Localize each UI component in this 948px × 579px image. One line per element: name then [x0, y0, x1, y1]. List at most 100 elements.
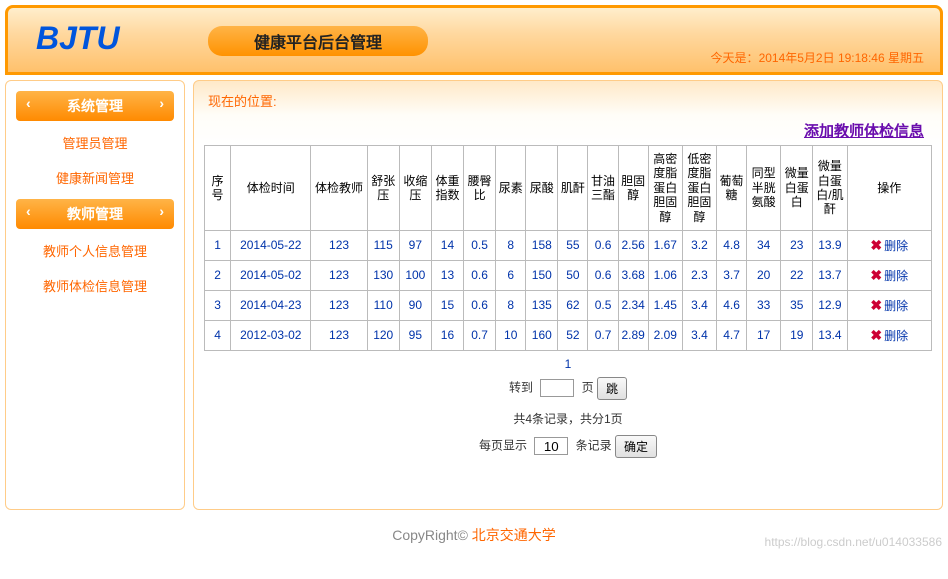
- table-header-cell: 甘油三酯: [588, 146, 618, 231]
- sidebar-item-teacher-exam[interactable]: 教师体检信息管理: [10, 268, 180, 303]
- pager-summary: 共4条记录，共分1页: [204, 410, 932, 427]
- chevron-left-icon: ‹: [26, 203, 31, 219]
- table-header-cell: 胆固醇: [618, 146, 648, 231]
- table-cell: 13.4: [813, 320, 847, 350]
- nav-section-label: 系统管理: [67, 98, 123, 114]
- table-header-cell: 腰臀比: [464, 146, 496, 231]
- table-cell: 8: [496, 290, 526, 320]
- table-header-cell: 尿酸: [526, 146, 558, 231]
- table-cell: 3.68: [618, 260, 648, 290]
- table-cell: 100: [399, 260, 431, 290]
- table-cell: 12.9: [813, 290, 847, 320]
- logo: BJTU: [36, 20, 120, 57]
- confirm-button[interactable]: 确定: [615, 435, 657, 458]
- table-cell: 8: [496, 230, 526, 260]
- org-name: 北京交通大学: [472, 527, 556, 543]
- header-bar: BJTU 健康平台后台管理 今天是：2014年5月2日 19:18:46 星期五: [5, 5, 943, 75]
- table-cell: 3.4: [682, 320, 716, 350]
- nav-section-system[interactable]: ‹ 系统管理 ›: [16, 91, 174, 121]
- table-cell: 123: [311, 230, 367, 260]
- delete-link[interactable]: 删除: [884, 239, 908, 253]
- delete-link[interactable]: 删除: [884, 269, 908, 283]
- table-cell: 160: [526, 320, 558, 350]
- table-cell: 10: [496, 320, 526, 350]
- sidebar-item-news[interactable]: 健康新闻管理: [10, 160, 180, 195]
- exam-table: 序号体检时间体检教师舒张压收缩压体重指数腰臀比尿素尿酸肌酐甘油三酯胆固醇高密度脂…: [204, 145, 932, 351]
- table-cell: 123: [311, 320, 367, 350]
- table-cell: 0.7: [464, 320, 496, 350]
- table-cell: 2.56: [618, 230, 648, 260]
- table-cell: 55: [558, 230, 588, 260]
- page-suffix: 页: [582, 381, 594, 395]
- table-cell: 1.67: [648, 230, 682, 260]
- table-cell: 1: [205, 230, 231, 260]
- watermark: https://blog.csdn.net/u014033586: [765, 535, 942, 549]
- table-cell: 123: [311, 290, 367, 320]
- main-panel: 现在的位置: 添加教师体检信息 序号体检时间体检教师舒张压收缩压体重指数腰臀比尿…: [193, 80, 943, 510]
- table-cell: 4: [205, 320, 231, 350]
- datetime-value: 2014年5月2日 19:18:46 星期五: [759, 51, 924, 65]
- table-cell: 2014-05-02: [231, 260, 311, 290]
- table-header-cell: 肌酐: [558, 146, 588, 231]
- table-cell: 13.7: [813, 260, 847, 290]
- table-cell: 23: [781, 230, 813, 260]
- page-number[interactable]: 1: [204, 357, 932, 371]
- table-cell: 135: [526, 290, 558, 320]
- table-header-cell: 体重指数: [431, 146, 463, 231]
- table-header-cell: 收缩压: [399, 146, 431, 231]
- table-cell: 3.7: [716, 260, 746, 290]
- table-cell: 13: [431, 260, 463, 290]
- table-action-cell: ✖删除: [847, 290, 932, 320]
- table-cell: 3: [205, 290, 231, 320]
- table-cell: 4.6: [716, 290, 746, 320]
- table-header-cell: 葡萄糖: [716, 146, 746, 231]
- delete-icon: ✖: [870, 267, 882, 283]
- table-header-cell: 微量白蛋白/肌酐: [813, 146, 847, 231]
- goto-page-input[interactable]: [540, 379, 574, 397]
- table-cell: 0.6: [588, 260, 618, 290]
- table-cell: 34: [747, 230, 781, 260]
- table-cell: 50: [558, 260, 588, 290]
- table-cell: 4.7: [716, 320, 746, 350]
- table-cell: 158: [526, 230, 558, 260]
- table-cell: 2014-04-23: [231, 290, 311, 320]
- perpage-input[interactable]: [534, 437, 568, 455]
- table-header-cell: 微量白蛋白: [781, 146, 813, 231]
- table-cell: 3.4: [682, 290, 716, 320]
- table-action-cell: ✖删除: [847, 320, 932, 350]
- datetime-display: 今天是：2014年5月2日 19:18:46 星期五: [711, 49, 924, 66]
- table-cell: 2.34: [618, 290, 648, 320]
- table-cell: 1.06: [648, 260, 682, 290]
- sidebar-item-teacher-info[interactable]: 教师个人信息管理: [10, 233, 180, 268]
- table-cell: 0.5: [464, 230, 496, 260]
- table-row: 12014-05-2212311597140.58158550.62.561.6…: [205, 230, 932, 260]
- jump-button[interactable]: 跳: [597, 377, 627, 400]
- add-teacher-exam-link[interactable]: 添加教师体检信息: [804, 123, 924, 140]
- table-cell: 19: [781, 320, 813, 350]
- perpage-prefix: 每页显示: [479, 439, 527, 453]
- datetime-prefix: 今天是：: [711, 51, 759, 65]
- table-cell: 0.6: [464, 260, 496, 290]
- table-cell: 95: [399, 320, 431, 350]
- delete-link[interactable]: 删除: [884, 299, 908, 313]
- table-cell: 150: [526, 260, 558, 290]
- delete-icon: ✖: [870, 327, 882, 343]
- table-row: 22014-05-02123130100130.66150500.63.681.…: [205, 260, 932, 290]
- table-cell: 123: [311, 260, 367, 290]
- table-cell: 115: [367, 230, 399, 260]
- breadcrumb: 现在的位置:: [204, 89, 932, 120]
- table-header-cell: 序号: [205, 146, 231, 231]
- table-cell: 0.6: [588, 230, 618, 260]
- table-cell: 0.6: [464, 290, 496, 320]
- delete-link[interactable]: 删除: [884, 329, 908, 343]
- table-cell: 110: [367, 290, 399, 320]
- table-cell: 2014-05-22: [231, 230, 311, 260]
- table-header-cell: 体检教师: [311, 146, 367, 231]
- table-cell: 4.8: [716, 230, 746, 260]
- nav-section-teacher[interactable]: ‹ 教师管理 ›: [16, 199, 174, 229]
- delete-icon: ✖: [870, 297, 882, 313]
- copyright-label: CopyRight©: [392, 527, 472, 543]
- table-cell: 6: [496, 260, 526, 290]
- sidebar-item-admin[interactable]: 管理员管理: [10, 125, 180, 160]
- chevron-right-icon: ›: [159, 95, 164, 111]
